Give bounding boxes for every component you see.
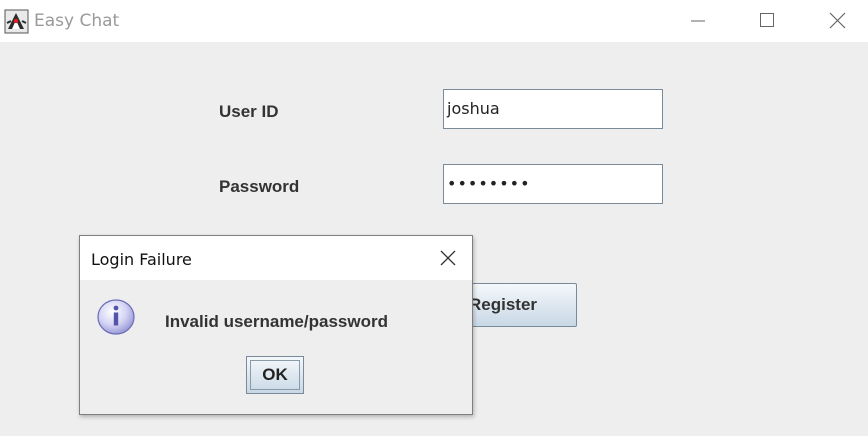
window-title: Easy Chat <box>34 11 120 31</box>
close-window-button[interactable] <box>802 0 868 42</box>
minimize-icon <box>691 20 705 22</box>
user-id-label: User ID <box>219 102 279 121</box>
close-icon <box>829 12 846 29</box>
register-button[interactable]: Register <box>458 283 577 327</box>
user-id-field[interactable]: joshua <box>443 89 663 129</box>
ok-button-label: OK <box>250 360 300 390</box>
password-label: Password <box>219 177 300 196</box>
maximize-button[interactable] <box>732 0 802 42</box>
info-icon <box>95 295 137 337</box>
java-duke-icon <box>4 9 29 34</box>
dialog-close-button[interactable] <box>428 242 468 274</box>
maximize-icon <box>760 13 774 27</box>
dialog-titlebar[interactable]: Login Failure <box>80 236 472 280</box>
error-message: Invalid username/password <box>165 312 388 331</box>
window-titlebar[interactable]: Easy Chat <box>0 0 868 42</box>
minimize-button[interactable] <box>664 0 734 42</box>
password-field[interactable]: •••••••• <box>443 164 663 204</box>
dialog-title: Login Failure <box>91 250 192 269</box>
close-icon <box>440 250 456 266</box>
ok-button[interactable]: OK <box>246 356 304 394</box>
easy-chat-window: Easy Chat User ID joshua Password ••••••… <box>0 0 868 436</box>
login-failure-dialog: Login Failure Invalid username/password … <box>79 235 473 415</box>
